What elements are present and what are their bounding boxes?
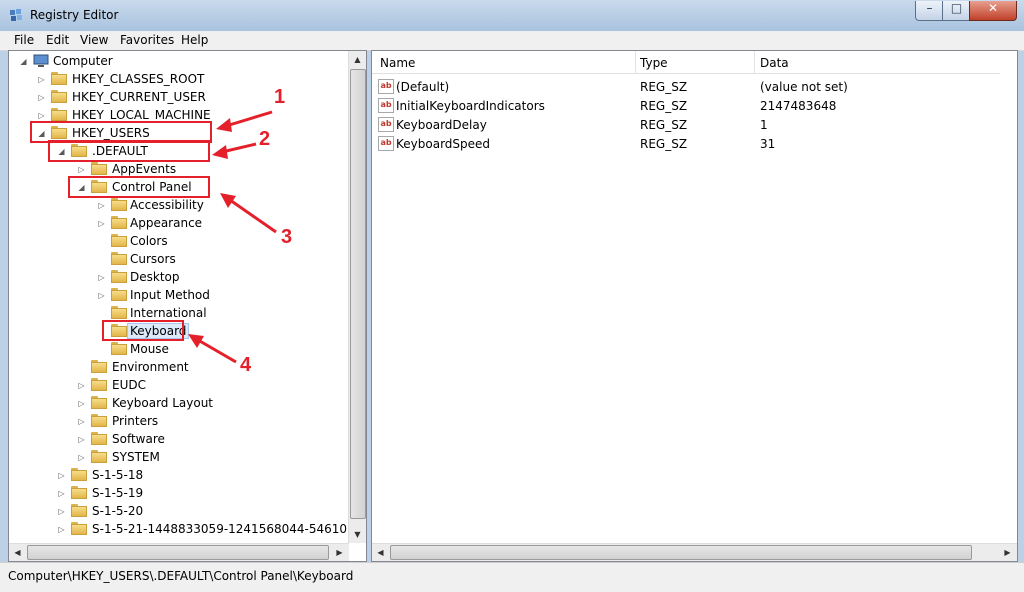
maximize-button[interactable]: □ (942, 1, 971, 21)
folder-icon (91, 396, 107, 409)
folder-icon (91, 378, 107, 391)
expand-icon[interactable]: ▷ (97, 291, 106, 300)
registry-editor-icon (10, 9, 22, 21)
expand-icon[interactable]: ▷ (37, 93, 46, 102)
expand-icon[interactable]: ▷ (97, 219, 106, 228)
callout-3: 3 (281, 226, 293, 248)
expand-icon[interactable]: ▷ (37, 111, 46, 120)
scroll-down-icon[interactable]: ▼ (349, 526, 366, 543)
status-path: Computer\HKEY_USERS\.DEFAULT\Control Pan… (8, 569, 354, 583)
menu-edit[interactable]: Edit (46, 33, 69, 47)
folder-icon (71, 468, 87, 481)
scroll-left-icon[interactable]: ◀ (372, 544, 389, 561)
menu-file[interactable]: File (14, 33, 34, 47)
expand-icon[interactable]: ▷ (77, 453, 86, 462)
folder-icon (51, 90, 67, 103)
menu-bar: File Edit View Favorites Help (0, 31, 1024, 51)
computer-icon (33, 54, 49, 67)
folder-icon (111, 234, 127, 247)
expand-icon[interactable]: ▷ (77, 399, 86, 408)
column-header-data[interactable]: Data (760, 56, 789, 70)
status-bar: Computer\HKEY_USERS\.DEFAULT\Control Pan… (0, 562, 1024, 592)
window-title: Registry Editor (30, 8, 119, 22)
expand-icon[interactable]: ▷ (97, 273, 106, 282)
scroll-right-icon[interactable]: ▶ (331, 544, 348, 561)
scroll-thumb[interactable] (27, 545, 329, 560)
folder-icon (51, 108, 67, 121)
tree-vertical-scrollbar[interactable]: ▲ ▼ (348, 51, 366, 543)
string-value-icon: ab (378, 79, 394, 94)
tree-horizontal-scrollbar[interactable]: ◀ ▶ (9, 543, 349, 561)
callout-1: 1 (274, 86, 286, 108)
expand-icon[interactable]: ▷ (57, 471, 66, 480)
folder-icon (111, 288, 127, 301)
title-bar: Registry Editor – □ ✕ (0, 0, 1024, 31)
column-divider[interactable] (754, 51, 755, 73)
scroll-thumb[interactable] (390, 545, 972, 560)
scroll-left-icon[interactable]: ◀ (9, 544, 26, 561)
folder-icon (111, 216, 127, 229)
values-list-pane[interactable]: Name Type Data ab (Default) REG_SZ (value n… (371, 50, 1018, 562)
folder-icon (91, 162, 107, 175)
expand-icon[interactable]: ▷ (97, 201, 106, 210)
menu-view[interactable]: View (80, 33, 108, 47)
folder-icon (111, 342, 127, 355)
folder-icon (51, 72, 67, 85)
highlight-box-keyboard (102, 320, 184, 341)
expand-icon[interactable]: ▷ (77, 381, 86, 390)
value-row[interactable]: ab (Default) REG_SZ (value not set) (372, 77, 1000, 96)
value-row[interactable]: ab KeyboardSpeed REG_SZ 31 (372, 134, 1000, 153)
scroll-right-icon[interactable]: ▶ (999, 544, 1016, 561)
column-header-type[interactable]: Type (640, 56, 668, 70)
expand-icon[interactable]: ▷ (57, 489, 66, 498)
value-row[interactable]: ab KeyboardDelay REG_SZ 1 (372, 115, 1000, 134)
close-button[interactable]: ✕ (969, 1, 1017, 21)
expand-icon[interactable]: ▷ (57, 507, 66, 516)
expand-icon[interactable]: ▷ (57, 525, 66, 534)
folder-icon (71, 504, 87, 517)
folder-icon (111, 252, 127, 265)
folder-icon (111, 270, 127, 283)
string-value-icon: ab (378, 98, 394, 113)
expand-icon[interactable]: ▷ (77, 435, 86, 444)
registry-editor-window: Registry Editor – □ ✕ File Edit View Fav… (0, 0, 1024, 592)
tree-node[interactable]: ▷S-1-5-21-1448833059-1241568044-54610265… (57, 521, 347, 539)
folder-icon (111, 198, 127, 211)
callout-4: 4 (240, 354, 252, 376)
callout-2: 2 (259, 128, 271, 150)
folder-icon (91, 432, 107, 445)
folder-icon (71, 522, 87, 535)
column-header-row: Name Type Data (372, 51, 1000, 74)
folder-icon (91, 360, 107, 373)
folder-icon (91, 450, 107, 463)
value-row[interactable]: ab InitialKeyboardIndicators REG_SZ 2147483… (372, 96, 1000, 115)
expand-icon[interactable]: ▷ (37, 75, 46, 84)
string-value-icon: ab (378, 136, 394, 151)
folder-icon (111, 306, 127, 319)
folder-icon (91, 414, 107, 427)
menu-help[interactable]: Help (181, 33, 208, 47)
menu-favorites[interactable]: Favorites (120, 33, 174, 47)
column-header-name[interactable]: Name (380, 56, 415, 70)
collapse-icon[interactable]: ◢ (19, 57, 28, 66)
highlight-box-control-panel (68, 176, 210, 198)
values-horizontal-scrollbar[interactable]: ◀ ▶ (372, 543, 1017, 561)
minimize-button[interactable]: – (915, 1, 944, 21)
expand-icon[interactable]: ▷ (77, 165, 86, 174)
highlight-box-default (48, 140, 210, 162)
folder-icon (71, 486, 87, 499)
scroll-up-icon[interactable]: ▲ (349, 51, 366, 68)
expand-icon[interactable]: ▷ (77, 417, 86, 426)
scroll-thumb[interactable] (350, 69, 366, 519)
string-value-icon: ab (378, 117, 394, 132)
column-divider[interactable] (635, 51, 636, 73)
